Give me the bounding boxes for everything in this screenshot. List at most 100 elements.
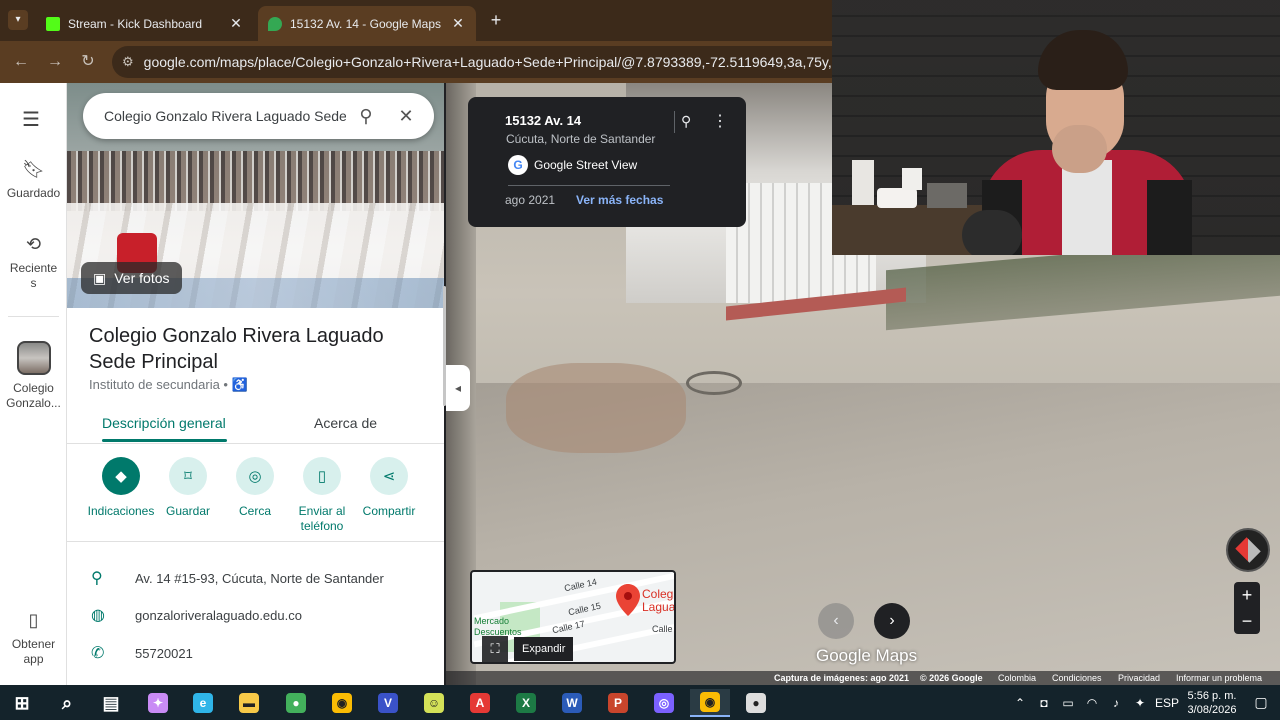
powerpoint-icon: P xyxy=(608,693,628,713)
taskbar-task-view-button[interactable]: ▤ xyxy=(91,689,131,717)
cam-console xyxy=(877,188,917,208)
rail-item-recents[interactable]: ⟲ Recientes xyxy=(0,234,67,291)
privacy-link[interactable]: Privacidad xyxy=(1118,673,1160,683)
copilot-icon: ✦ xyxy=(148,693,168,713)
wifi-icon[interactable]: ◠ xyxy=(1080,696,1104,710)
close-tab-icon[interactable]: ✕ xyxy=(450,15,466,32)
rail-item-recent-place[interactable]: Colegio Gonzalo... xyxy=(0,341,67,411)
address-row[interactable]: ⚲ Av. 14 #15-93, Cúcuta, Norte de Santan… xyxy=(91,568,384,588)
forward-button[interactable]: → xyxy=(45,52,65,72)
tab-overview[interactable]: Descripción general xyxy=(102,415,226,431)
taskbar-app-yellow-button[interactable]: ☺ xyxy=(414,689,454,717)
previous-photo-button[interactable]: ‹ xyxy=(818,603,854,639)
back-button[interactable]: ← xyxy=(11,52,31,72)
taskbar-app-green-button[interactable]: ● xyxy=(276,689,316,717)
report-link[interactable]: Informar un problema xyxy=(1176,673,1262,683)
cam-object xyxy=(852,160,874,205)
microphone-icon[interactable]: ♪ xyxy=(1104,696,1128,710)
street-view-info-card: 15132 Av. 14 Cúcuta, Norte de Santander … xyxy=(468,97,746,227)
place-category[interactable]: Instituto de secundaria • ♿ xyxy=(89,377,248,393)
language-indicator[interactable]: ESP xyxy=(1152,696,1182,710)
battery-icon[interactable]: ▭ xyxy=(1056,696,1080,710)
more-options-icon[interactable]: ⋮ xyxy=(712,111,728,131)
taskbar-app-v-button[interactable]: V xyxy=(368,689,408,717)
clock[interactable]: 5:56 p. m. 3/08/2026 xyxy=(1182,689,1242,717)
notifications-icon[interactable]: ▢ xyxy=(1242,694,1280,711)
history-icon: ⟲ xyxy=(25,234,42,254)
rail-item-get-app[interactable]: ▯ Obtener app xyxy=(0,610,67,667)
location-pin-icon[interactable]: ⚲ xyxy=(681,113,691,130)
rail-item-label: Colegio Gonzalo... xyxy=(6,381,61,410)
windows-taskbar: ⊞ ⌕ ▤ ✦ e ▬ ● ◉ V ☺ A X W P ◎ ◉ ● ⌃ ◘ ▭ ◠ ♪ ✦ ESP 5:56 p… xyxy=(0,685,1280,720)
website-row[interactable]: ◍ gonzaloriveralaguado.edu.co xyxy=(91,605,302,625)
site-info-icon[interactable]: ⚙ xyxy=(122,54,134,70)
google-g-icon: G xyxy=(508,155,528,175)
taskbar-start-button[interactable]: ⊞ xyxy=(2,689,42,717)
taskbar-powerpoint-button[interactable]: P xyxy=(598,689,638,717)
start-icon: ⊞ xyxy=(14,693,30,713)
tab-kick-dashboard[interactable]: Stream - Kick Dashboard ✕ xyxy=(36,6,254,41)
taskbar-search-button[interactable]: ⌕ xyxy=(47,689,87,717)
taskbar-word-button[interactable]: W xyxy=(552,689,592,717)
nearby-button[interactable]: ◎ Cerca xyxy=(221,457,289,519)
system-tray: ⌃ ◘ ▭ ◠ ♪ ✦ ESP 5:56 p. m. 3/08/2026 ▢ xyxy=(1008,685,1280,720)
reload-button[interactable]: ↻ xyxy=(78,52,98,72)
excel-icon: X xyxy=(516,693,536,713)
collapse-panel-button[interactable]: ◂ xyxy=(446,365,470,411)
save-button[interactable]: ⌑ Guardar xyxy=(154,457,222,519)
place-thumbnail xyxy=(16,341,51,375)
taskbar-obs-button[interactable]: ● xyxy=(736,689,776,717)
taskbar-edge-button[interactable]: e xyxy=(183,689,223,717)
send-to-phone-button[interactable]: ▯ Enviar al teléfono xyxy=(288,457,356,534)
taskbar-excel-button[interactable]: X xyxy=(506,689,546,717)
taskbar-acrobat-button[interactable]: A xyxy=(460,689,500,717)
expand-map-button[interactable]: ⛶ Expandir xyxy=(482,636,574,662)
taskbar-chrome-button[interactable]: ◉ xyxy=(322,689,362,717)
rail-item-saved[interactable]: 🔖︎ Guardado xyxy=(0,159,67,200)
tab-search-menu-button[interactable]: ▾ xyxy=(8,10,28,30)
new-tab-button[interactable]: + xyxy=(486,10,506,31)
zoom-in-button[interactable]: + xyxy=(1234,582,1260,608)
streamer-hair xyxy=(1038,30,1128,90)
taskbar-explorer-button[interactable]: ▬ xyxy=(229,689,269,717)
minimap-street-label: Calle 17 xyxy=(551,618,586,636)
share-button[interactable]: ⋖ Compartir xyxy=(355,457,423,519)
close-icon[interactable]: ✕ xyxy=(386,106,426,127)
address-bar[interactable]: ⚙ google.com/maps/place/Colegio+Gonzalo+… xyxy=(112,46,852,78)
minimap[interactable]: Calle 14 Calle 15 Calle 17 Calle Mercado… xyxy=(470,570,676,664)
nearby-icon: ◎ xyxy=(236,457,274,495)
search-input[interactable]: Colegio Gonzalo Rivera Laguado Sede Prin… xyxy=(104,108,346,124)
maps-side-rail: ☰ 🔖︎ Guardado ⟲ Recientes Colegio Gonzal… xyxy=(0,83,67,685)
chevron-up-icon[interactable]: ⌃ xyxy=(1008,696,1032,710)
taskbar-app-purple-button[interactable]: ◎ xyxy=(644,689,684,717)
next-photo-button[interactable]: › xyxy=(874,603,910,639)
app-tray-icon[interactable]: ✦ xyxy=(1128,696,1152,710)
share-icon: ⋖ xyxy=(370,457,408,495)
taskbar-chrome-active-button[interactable]: ◉ xyxy=(690,689,730,717)
menu-icon[interactable]: ☰ xyxy=(22,107,40,132)
close-tab-icon[interactable]: ✕ xyxy=(228,15,244,32)
taskbar-copilot-button[interactable]: ✦ xyxy=(138,689,178,717)
tab-about[interactable]: Acerca de xyxy=(314,415,377,431)
phone-row[interactable]: ✆ 55720021 xyxy=(91,643,193,663)
view-photos-button[interactable]: ▣ Ver fotos xyxy=(81,262,182,294)
url-text: google.com/maps/place/Colegio+Gonzalo+Ri… xyxy=(143,54,852,70)
search-box[interactable]: Colegio Gonzalo Rivera Laguado Sede Prin… xyxy=(83,93,434,139)
action-label: Indicaciones xyxy=(87,504,155,518)
location-pin-icon: ⚲ xyxy=(91,570,103,587)
zoom-controls: + − xyxy=(1234,582,1260,634)
webcam-overlay xyxy=(832,0,1280,255)
expand-tooltip: Expandir xyxy=(514,637,574,661)
terms-link[interactable]: Condiciones xyxy=(1052,673,1102,683)
compass-button[interactable] xyxy=(1226,528,1270,572)
tab-google-maps[interactable]: 15132 Av. 14 - Google Maps ✕ xyxy=(258,6,476,41)
country-link[interactable]: Colombia xyxy=(998,673,1036,683)
compass-needle-icon xyxy=(1235,537,1261,563)
sv-subtitle: Cúcuta, Norte de Santander xyxy=(506,132,656,146)
search-icon[interactable]: ⚲ xyxy=(346,106,386,127)
explorer-icon: ▬ xyxy=(239,693,259,713)
directions-button[interactable]: ◆ Indicaciones xyxy=(87,457,155,519)
camera-icon[interactable]: ◘ xyxy=(1032,696,1056,710)
more-dates-link[interactable]: Ver más fechas xyxy=(576,193,663,207)
zoom-out-button[interactable]: − xyxy=(1234,608,1260,634)
